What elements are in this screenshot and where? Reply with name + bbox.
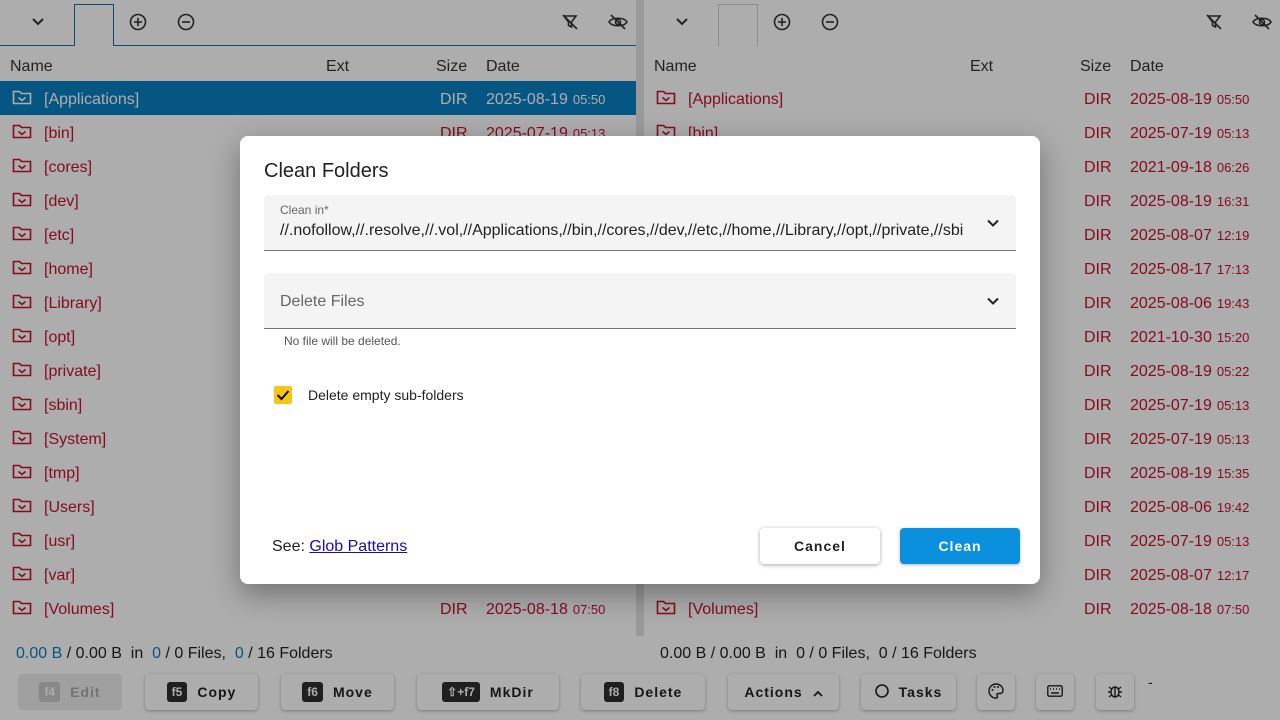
clean-in-value: //.nofollow,//.resolve,//.vol,//Applicat… (280, 222, 964, 239)
clean-folders-dialog: Clean Folders Clean in* //.nofollow,//.r… (240, 136, 1040, 584)
delete-files-hint: No file will be deleted. (284, 334, 401, 348)
see-label: See: (272, 538, 305, 555)
clean-in-label: Clean in* (280, 203, 329, 217)
delete-empty-subfolders-label[interactable]: Delete empty sub-folders (308, 387, 464, 403)
glob-patterns-link[interactable]: Glob Patterns (309, 538, 407, 555)
checkmark-icon (276, 390, 290, 401)
clean-in-select[interactable]: Clean in* //.nofollow,//.resolve,//.vol,… (264, 195, 1016, 251)
chevron-down-icon[interactable] (986, 294, 1000, 308)
delete-files-placeholder: Delete Files (280, 293, 365, 310)
chevron-down-icon[interactable] (986, 216, 1000, 230)
see-glob-patterns: See: Glob Patterns (272, 538, 407, 556)
clean-button[interactable]: Clean (900, 528, 1020, 564)
dialog-title: Clean Folders (264, 160, 389, 182)
cancel-button[interactable]: Cancel (760, 528, 880, 564)
delete-empty-subfolders-checkbox[interactable] (274, 386, 292, 404)
delete-files-select[interactable]: Delete Files (264, 273, 1016, 329)
